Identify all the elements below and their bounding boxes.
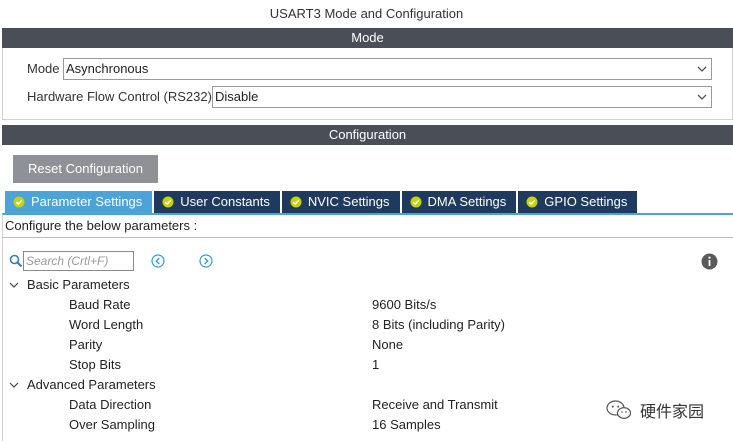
chevron-down-icon [697, 94, 707, 100]
check-circle-icon [410, 196, 422, 208]
chat-bubbles-icon [606, 400, 632, 419]
mode-select[interactable]: Asynchronous [63, 58, 712, 80]
tab-user-constants[interactable]: User Constants [154, 191, 280, 213]
tab-label: DMA Settings [427, 194, 507, 209]
tab-nvic-settings[interactable]: NVIC Settings [281, 191, 400, 213]
check-circle-icon [162, 196, 174, 208]
configuration-section-header: Configuration [2, 125, 733, 145]
param-name: Baud Rate [69, 297, 131, 312]
param-value: 9600 Bits/s [372, 297, 437, 312]
tab-parameter-settings[interactable]: Parameter Settings [5, 191, 153, 213]
hardware-flow-control-value: Disable [215, 89, 259, 104]
check-circle-icon [13, 196, 25, 208]
tab-dma-settings[interactable]: DMA Settings [401, 191, 517, 213]
tab-gpio-settings[interactable]: GPIO Settings [518, 191, 638, 213]
param-name: Data Direction [69, 397, 152, 412]
param-row-word-length[interactable]: Word Length 8 Bits (including Parity) [0, 315, 733, 335]
param-name: Over Sampling [69, 417, 155, 432]
divider [2, 237, 733, 238]
mode-section-header: Mode [2, 28, 733, 48]
param-name: Stop Bits [69, 357, 122, 372]
tab-label: GPIO Settings [544, 194, 628, 209]
window-title: USART3 Mode and Configuration [269, 6, 464, 21]
param-row-parity[interactable]: Parity None [0, 335, 733, 355]
settings-tabs: Parameter Settings User Constants NVIC S… [5, 191, 639, 213]
tab-label: User Constants [180, 194, 270, 209]
param-value: None [372, 337, 404, 352]
param-name: Word Length [69, 317, 144, 332]
watermark: 硬件家园 [606, 398, 704, 422]
search-next-icon[interactable] [199, 254, 213, 268]
search-input[interactable] [23, 251, 134, 271]
param-row-stop-bits[interactable]: Stop Bits 1 [0, 355, 733, 375]
param-row-baud-rate[interactable]: Baud Rate 9600 Bits/s [0, 295, 733, 315]
check-circle-icon [526, 196, 538, 208]
param-value: Receive and Transmit [372, 397, 498, 412]
info-icon[interactable] [701, 253, 718, 270]
chevron-down-icon [697, 66, 707, 72]
tab-label: Parameter Settings [31, 194, 143, 209]
param-value: 8 Bits (including Parity) [372, 317, 505, 332]
chevron-down-icon [9, 282, 19, 288]
instructions-text: Configure the below parameters : [5, 218, 198, 233]
group-advanced-parameters[interactable]: Advanced Parameters [0, 375, 733, 395]
param-value: 16 Samples [372, 417, 441, 432]
reset-configuration-button[interactable]: Reset Configuration [13, 155, 158, 183]
watermark-text: 硬件家园 [640, 404, 705, 421]
hardware-flow-control-select[interactable]: Disable [212, 86, 712, 108]
group-basic-parameters[interactable]: Basic Parameters [0, 275, 733, 295]
search-icon [9, 254, 23, 268]
check-circle-icon [290, 196, 302, 208]
hardware-flow-control-label: Hardware Flow Control (RS232) [27, 89, 212, 104]
param-name: Parity [69, 337, 103, 352]
param-value: 1 [372, 357, 380, 372]
chevron-down-icon [9, 382, 19, 388]
tab-label: NVIC Settings [307, 194, 390, 209]
group-label: Basic Parameters [27, 277, 130, 292]
search-previous-icon[interactable] [151, 254, 165, 268]
mode-label: Mode [27, 61, 60, 76]
mode-select-value: Asynchronous [66, 61, 149, 76]
group-label: Advanced Parameters [27, 377, 156, 392]
